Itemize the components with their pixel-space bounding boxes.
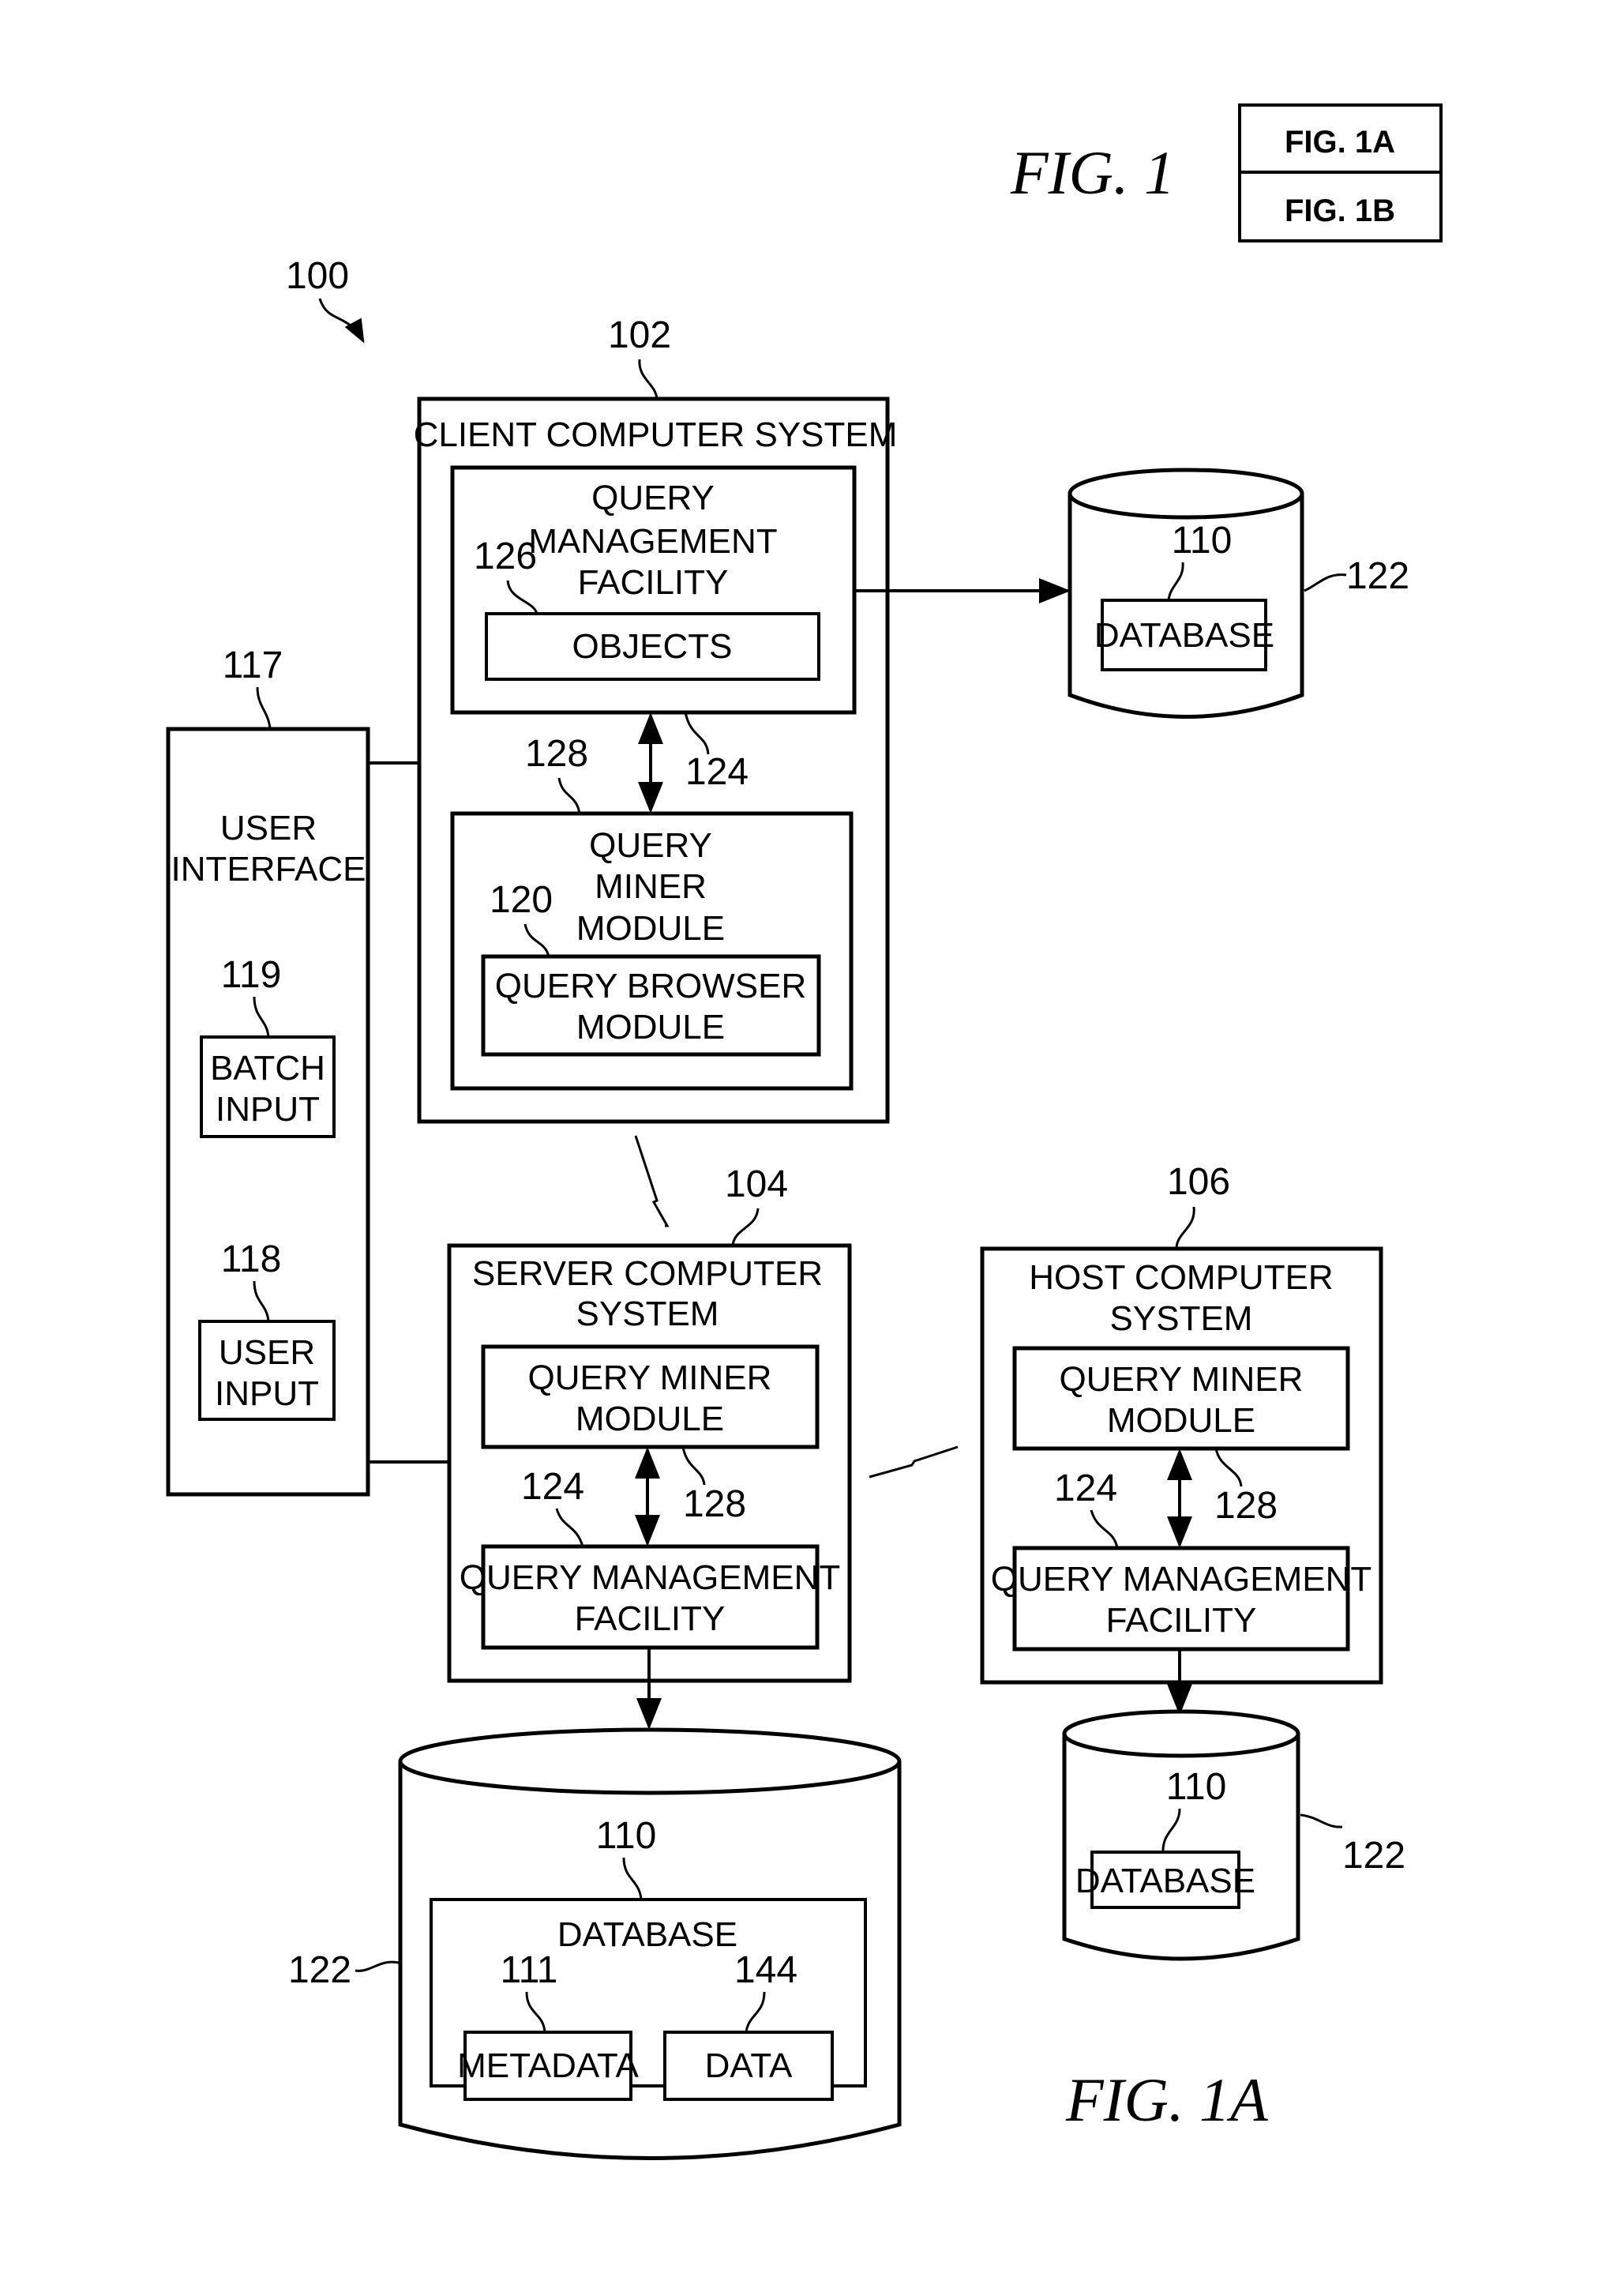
batch-input-line1: BATCH bbox=[210, 1049, 325, 1088]
host-db-label: DATABASE bbox=[1075, 1862, 1255, 1900]
cylinder-top bbox=[1068, 468, 1304, 520]
client-title: CLIENT COMPUTER SYSTEM bbox=[414, 415, 898, 454]
figure-title: FIG. 1 bbox=[1010, 138, 1175, 207]
server-host-link bbox=[869, 1445, 959, 1479]
qbm-line2: MODULE bbox=[576, 1008, 725, 1047]
patent-diagram: FIG. 1 FIG. 1A FIG. 1B FIG. 1A 100 102 C… bbox=[166, 103, 1443, 2160]
client-server-link bbox=[634, 1135, 670, 1227]
server-qmf-line2: FACILITY bbox=[575, 1599, 726, 1638]
qbm-line1: QUERY BROWSER bbox=[495, 967, 806, 1005]
ref-128-host: 128 bbox=[1214, 1485, 1278, 1527]
host-title-line2: SYSTEM bbox=[1110, 1299, 1253, 1338]
ref-120: 120 bbox=[490, 879, 553, 921]
ref-102-leader bbox=[638, 359, 659, 400]
host-qmf-line2: FACILITY bbox=[1106, 1601, 1257, 1640]
ref-122-host-leader bbox=[1300, 1813, 1343, 1828]
server-db-label: DATABASE bbox=[557, 1915, 737, 1954]
ref-111: 111 bbox=[501, 1949, 558, 1991]
client-qmf-line1: QUERY bbox=[591, 479, 715, 517]
figure-key-table: FIG. 1A FIG. 1B bbox=[1238, 103, 1443, 242]
ref-117: 117 bbox=[223, 644, 283, 686]
ref-124-server: 124 bbox=[521, 1466, 584, 1508]
ref-126: 126 bbox=[474, 535, 537, 577]
client-qmf-line3: FACILITY bbox=[578, 563, 729, 602]
ref-122-server: 122 bbox=[288, 1949, 351, 1991]
ref-124-host: 124 bbox=[1054, 1467, 1117, 1509]
metadata-label: METADATA bbox=[457, 2046, 639, 2085]
ref-122-host: 122 bbox=[1342, 1835, 1405, 1877]
ref-106: 106 bbox=[1167, 1161, 1230, 1203]
user-interface: 117 USER INTERFACE 119 BATCH INPUT 118 U… bbox=[166, 644, 370, 1497]
ref-124-client: 124 bbox=[685, 751, 749, 793]
client-qmm-line1: QUERY bbox=[589, 826, 712, 865]
host-title-line1: HOST COMPUTER bbox=[1029, 1258, 1333, 1297]
ref-110-client: 110 bbox=[1172, 520, 1233, 562]
server-qmm-line1: QUERY MINER bbox=[528, 1358, 772, 1397]
ui-title-line2: INTERFACE bbox=[171, 850, 366, 889]
ref-117-leader bbox=[256, 686, 272, 730]
client-computer-system: 102 CLIENT COMPUTER SYSTEM QUERY MANAGEM… bbox=[414, 314, 898, 1124]
user-input-line2: INPUT bbox=[215, 1374, 319, 1413]
figure-caption: FIG. 1A bbox=[1065, 2065, 1268, 2134]
ui-title-line1: USER bbox=[220, 809, 317, 847]
data-label: DATA bbox=[705, 2046, 793, 2085]
server-qmf-line1: QUERY MANAGEMENT bbox=[460, 1558, 840, 1597]
key-fig-1a: FIG. 1A bbox=[1285, 125, 1395, 160]
server-qmm-line2: MODULE bbox=[576, 1400, 724, 1438]
ref-100: 100 bbox=[286, 255, 349, 297]
key-fig-1b: FIG. 1B bbox=[1285, 194, 1395, 228]
ref-122-server-leader bbox=[355, 1960, 400, 1972]
host-qmf-line1: QUERY MANAGEMENT bbox=[991, 1560, 1371, 1599]
ref-122-client: 122 bbox=[1346, 555, 1409, 597]
user-input-line1: USER bbox=[219, 1333, 315, 1372]
client-db-label: DATABASE bbox=[1094, 616, 1274, 655]
ref-122-client-leader bbox=[1304, 573, 1347, 592]
ref-128-server: 128 bbox=[683, 1483, 746, 1525]
host-qmm-line1: QUERY MINER bbox=[1060, 1360, 1304, 1399]
ref-110-host: 110 bbox=[1166, 1766, 1227, 1808]
ref-128-client: 128 bbox=[525, 733, 588, 775]
client-qmm-line3: MODULE bbox=[576, 909, 725, 948]
client-database-cylinder: 110 DATABASE 122 bbox=[1068, 468, 1409, 719]
client-qmm-line2: MINER bbox=[595, 867, 707, 906]
ref-119: 119 bbox=[221, 954, 282, 996]
ref-118: 118 bbox=[221, 1238, 282, 1280]
ref-106-leader bbox=[1175, 1206, 1195, 1249]
server-title-line1: SERVER COMPUTER bbox=[472, 1254, 823, 1293]
cylinder-top bbox=[398, 1727, 902, 1795]
host-computer-system: 106 HOST COMPUTER SYSTEM QUERY MINER MOD… bbox=[980, 1161, 1383, 1685]
ref-144: 144 bbox=[734, 1949, 797, 1991]
server-title-line2: SYSTEM bbox=[576, 1295, 719, 1333]
server-database-cylinder: 110 DATABASE 111 METADATA 144 DATA 122 bbox=[288, 1727, 902, 2160]
ref-110-server: 110 bbox=[596, 1815, 657, 1857]
ref-102: 102 bbox=[608, 314, 671, 356]
client-qmf-line2: MANAGEMENT bbox=[528, 522, 777, 561]
host-database-cylinder: 110 DATABASE 122 bbox=[1062, 1709, 1405, 1961]
objects-label: OBJECTS bbox=[572, 627, 733, 666]
ref-100-arrow bbox=[318, 298, 365, 344]
ref-104-leader bbox=[731, 1208, 760, 1246]
server-computer-system: 104 SERVER COMPUTER SYSTEM QUERY MINER M… bbox=[447, 1163, 852, 1683]
host-qmm-line2: MODULE bbox=[1107, 1401, 1255, 1440]
cylinder-top bbox=[1062, 1709, 1300, 1758]
batch-input-line2: INPUT bbox=[216, 1090, 320, 1129]
ref-104: 104 bbox=[725, 1163, 788, 1205]
